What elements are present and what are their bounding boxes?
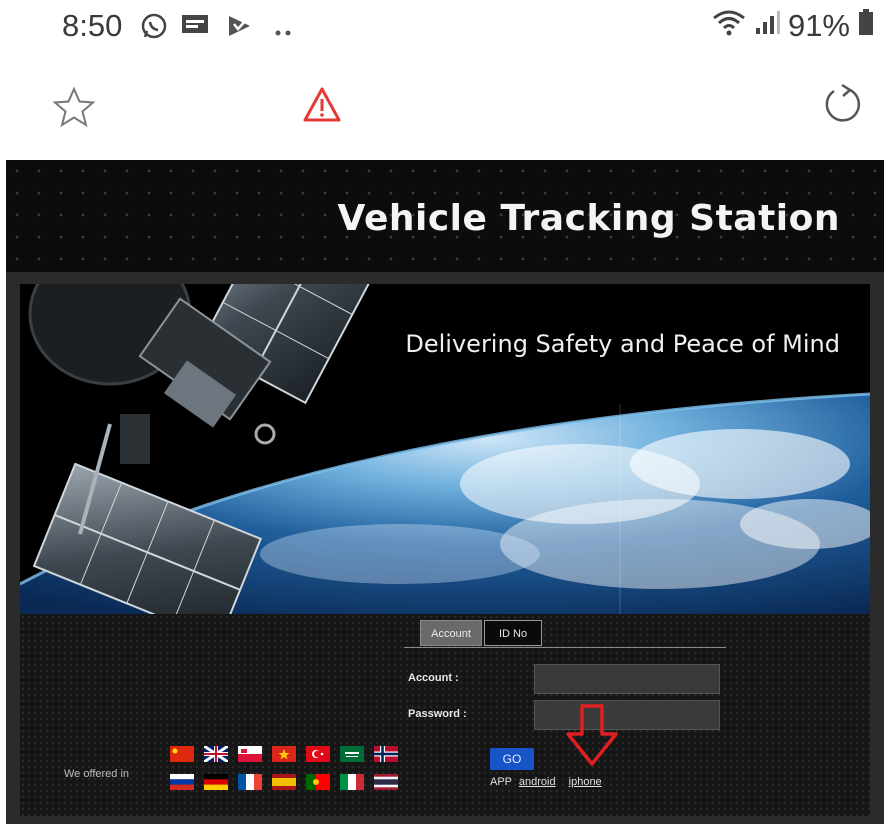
portugal-flag-icon[interactable]: [306, 774, 330, 790]
spain-flag-icon[interactable]: [272, 774, 296, 790]
germany-flag-icon[interactable]: [204, 774, 228, 790]
battery-icon: [858, 8, 874, 44]
tab-account[interactable]: Account: [420, 620, 482, 646]
battery-percent: 91%: [787, 8, 850, 43]
password-input[interactable]: [534, 700, 720, 730]
norway-flag-icon[interactable]: [374, 746, 398, 762]
thailand-flag-icon[interactable]: [374, 774, 398, 790]
status-time: 8:50: [62, 8, 123, 43]
account-label: Account :: [408, 672, 459, 684]
wifi-icon: [712, 8, 746, 44]
poland-flag-icon[interactable]: [238, 746, 262, 762]
china-flag-icon[interactable]: [170, 746, 194, 762]
vietnam-flag-icon[interactable]: [272, 746, 296, 762]
turkey-flag-icon[interactable]: [306, 746, 330, 762]
app-links: APP android iphone: [490, 776, 602, 788]
check-icon: [226, 12, 254, 45]
app-label: APP: [490, 776, 512, 788]
account-input[interactable]: [534, 664, 720, 694]
warning-icon[interactable]: [302, 86, 342, 129]
star-icon[interactable]: [52, 86, 96, 133]
tab-underline: [404, 647, 726, 648]
languages-label: We offered in: [64, 768, 130, 780]
site-title: Vehicle Tracking Station: [337, 198, 840, 239]
android-link[interactable]: android: [519, 776, 556, 788]
russia-flag-icon[interactable]: [170, 774, 194, 790]
france-flag-icon[interactable]: [238, 774, 262, 790]
status-right: 91%: [712, 8, 874, 44]
site-tagline: Delivering Safety and Peace of Mind: [405, 330, 840, 358]
signal-icon: [754, 8, 780, 44]
iphone-link[interactable]: iphone: [569, 776, 602, 788]
tab-id-no[interactable]: ID No: [484, 620, 542, 646]
uk-flag-icon[interactable]: [204, 746, 228, 762]
reload-icon[interactable]: [820, 82, 866, 133]
go-button[interactable]: GO: [490, 748, 534, 770]
italy-flag-icon[interactable]: [340, 774, 364, 790]
more-dots-icon: [274, 24, 294, 42]
arrow-down-icon: [566, 704, 618, 773]
whatsapp-icon: [140, 12, 168, 45]
status-bar: 8:50 91%: [0, 0, 890, 62]
saudi-flag-icon[interactable]: [340, 746, 364, 762]
password-label: Password :: [408, 708, 467, 720]
message-icon: [180, 12, 210, 43]
